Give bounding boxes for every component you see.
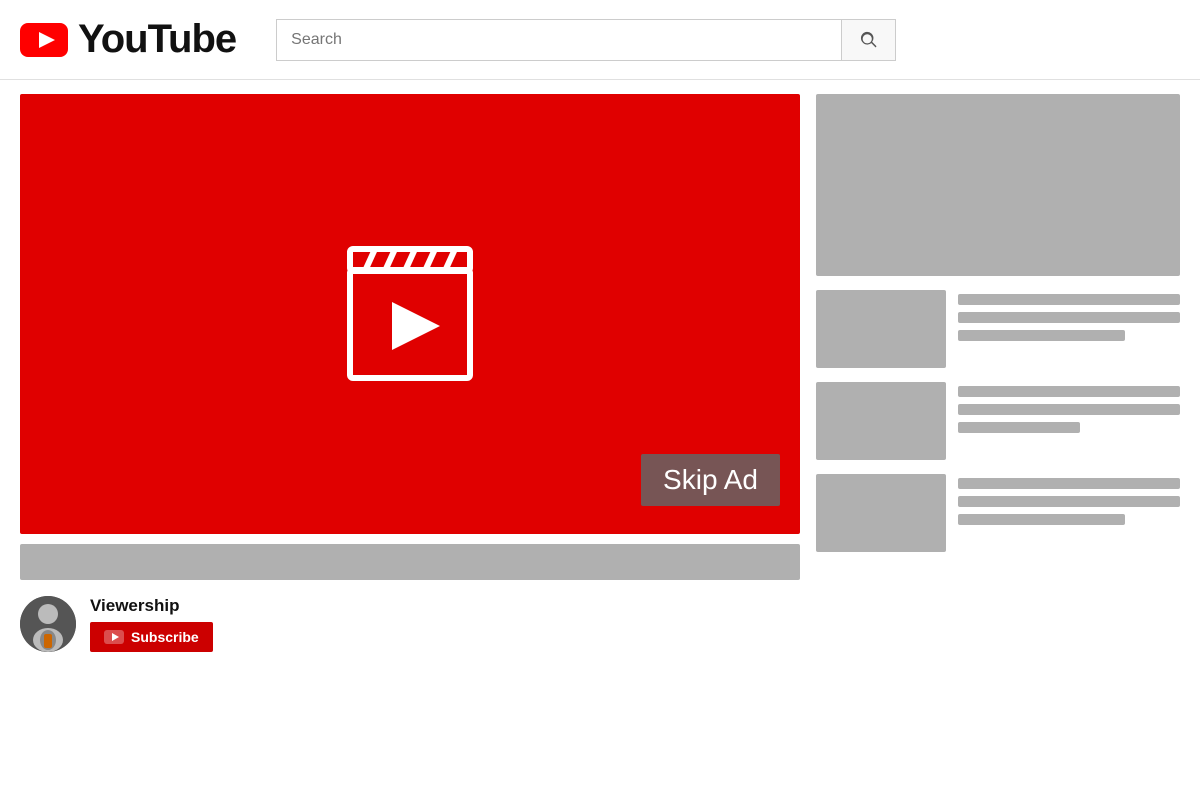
related-item bbox=[816, 290, 1180, 368]
related-thumb bbox=[816, 382, 946, 460]
logo-area: YouTube bbox=[20, 17, 236, 62]
related-text bbox=[958, 474, 1180, 525]
right-column bbox=[816, 94, 1180, 784]
text-line bbox=[958, 478, 1180, 489]
skip-ad-button[interactable]: Skip Ad bbox=[641, 454, 780, 506]
text-line bbox=[958, 404, 1180, 415]
search-button[interactable] bbox=[841, 20, 895, 60]
channel-details: Viewership Subscribe bbox=[90, 596, 213, 652]
video-player[interactable]: Skip Ad bbox=[20, 94, 800, 534]
related-text bbox=[958, 290, 1180, 341]
subscribe-button[interactable]: Subscribe bbox=[90, 622, 213, 652]
related-item bbox=[816, 474, 1180, 552]
related-text bbox=[958, 382, 1180, 433]
sidebar-ad-banner bbox=[816, 94, 1180, 276]
text-line bbox=[958, 312, 1180, 323]
text-line bbox=[958, 294, 1180, 305]
search-icon bbox=[859, 30, 879, 50]
search-area bbox=[276, 19, 896, 61]
channel-avatar bbox=[20, 596, 76, 652]
text-line bbox=[958, 514, 1125, 525]
subscribe-label: Subscribe bbox=[131, 629, 199, 645]
channel-info: Viewership Subscribe bbox=[20, 590, 800, 658]
header: YouTube bbox=[0, 0, 1200, 80]
text-line bbox=[958, 386, 1180, 397]
text-line bbox=[958, 330, 1125, 341]
related-videos-list bbox=[816, 290, 1180, 552]
youtube-title: YouTube bbox=[78, 17, 236, 62]
video-progress-bar[interactable] bbox=[20, 544, 800, 580]
channel-name: Viewership bbox=[90, 596, 213, 616]
left-column: Skip Ad Viewership bbox=[20, 94, 800, 784]
related-thumb bbox=[816, 474, 946, 552]
youtube-logo-icon bbox=[20, 23, 68, 57]
text-line bbox=[958, 422, 1080, 433]
related-thumb bbox=[816, 290, 946, 368]
youtube-subscribe-icon bbox=[104, 630, 124, 644]
avatar-image bbox=[20, 596, 76, 652]
search-input[interactable] bbox=[277, 20, 841, 60]
text-line bbox=[958, 496, 1180, 507]
related-item bbox=[816, 382, 1180, 460]
main-content: Skip Ad Viewership bbox=[0, 80, 1200, 798]
film-clapper-icon bbox=[330, 234, 490, 394]
